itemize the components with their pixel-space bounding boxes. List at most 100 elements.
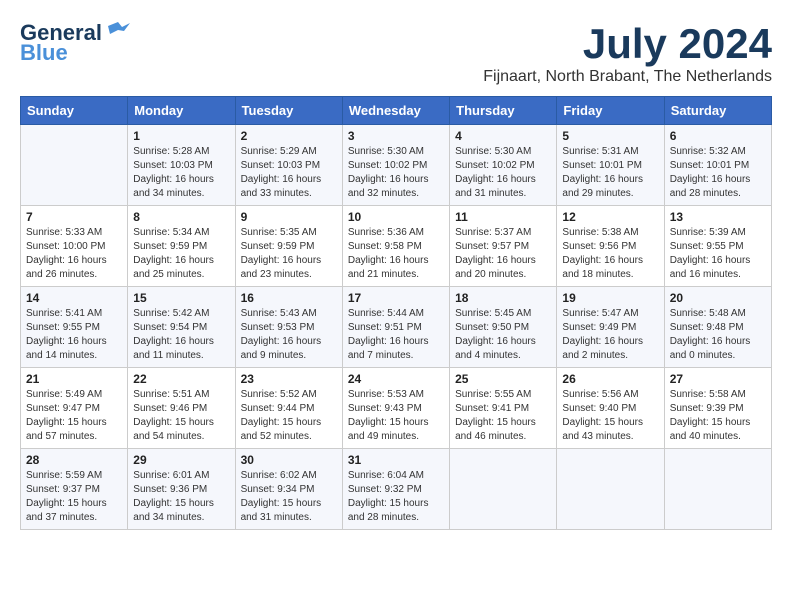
day-number: 31 xyxy=(348,453,444,467)
calendar-cell: 2Sunrise: 5:29 AM Sunset: 10:03 PM Dayli… xyxy=(235,125,342,206)
day-number: 29 xyxy=(133,453,229,467)
day-info: Sunrise: 5:51 AM Sunset: 9:46 PM Dayligh… xyxy=(133,388,229,444)
calendar-cell: 14 Sunrise: 5:41 AM Sunset: 9:55 PM Dayli… xyxy=(21,287,128,368)
day-number: 3 xyxy=(348,129,444,143)
day-info: Sunrise: 5:35 AM Sunset: 9:59 PM Dayligh… xyxy=(241,226,337,282)
day-info: Sunrise: 5:53 AM Sunset: 9:43 PM Dayligh… xyxy=(348,388,444,444)
calendar-cell: 31 Sunrise: 6:04 AM Sunset: 9:32 PM Dayli… xyxy=(342,449,449,530)
day-number: 8 xyxy=(133,210,229,224)
calendar-cell xyxy=(664,449,771,530)
header-friday: Friday xyxy=(557,97,664,125)
day-info: Sunrise: 5:37 AM Sunset: 9:57 PM Dayligh… xyxy=(455,226,551,282)
calendar-cell: 10 Sunrise: 5:36 AM Sunset: 9:58 PM Dayli… xyxy=(342,206,449,287)
day-number: 16 xyxy=(241,291,337,305)
header-monday: Monday xyxy=(128,97,235,125)
page-header: General Blue July 2024 Fijnaart, North B… xyxy=(20,20,772,86)
day-number: 6 xyxy=(670,129,766,143)
day-info: Sunrise: 6:01 AM Sunset: 9:36 PM Dayligh… xyxy=(133,469,229,525)
day-number: 21 xyxy=(26,372,122,386)
day-info: Sunrise: 5:42 AM Sunset: 9:54 PM Dayligh… xyxy=(133,307,229,363)
day-number: 9 xyxy=(241,210,337,224)
calendar-cell: 3 Sunrise: 5:30 AM Sunset: 10:02 PM Dayli… xyxy=(342,125,449,206)
day-info: Sunrise: 5:41 AM Sunset: 9:55 PM Dayligh… xyxy=(26,307,122,363)
header-sunday: Sunday xyxy=(21,97,128,125)
calendar-header-row: SundayMondayTuesdayWednesdayThursdayFrid… xyxy=(21,97,772,125)
calendar-cell xyxy=(21,125,128,206)
calendar-cell: 30 Sunrise: 6:02 AM Sunset: 9:34 PM Dayli… xyxy=(235,449,342,530)
day-number: 19 xyxy=(562,291,658,305)
location: Fijnaart, North Brabant, The Netherlands xyxy=(483,68,772,86)
day-number: 12 xyxy=(562,210,658,224)
calendar-cell: 23 Sunrise: 5:52 AM Sunset: 9:44 PM Dayli… xyxy=(235,368,342,449)
day-info: Sunrise: 5:38 AM Sunset: 9:56 PM Dayligh… xyxy=(562,226,658,282)
calendar-body: 1Sunrise: 5:28 AM Sunset: 10:03 PM Dayli… xyxy=(21,125,772,530)
calendar-cell: 22 Sunrise: 5:51 AM Sunset: 9:46 PM Dayli… xyxy=(128,368,235,449)
day-info: Sunrise: 5:30 AM Sunset: 10:02 PM Daylig… xyxy=(348,145,444,201)
day-info: Sunrise: 5:44 AM Sunset: 9:51 PM Dayligh… xyxy=(348,307,444,363)
week-row-1: 1Sunrise: 5:28 AM Sunset: 10:03 PM Dayli… xyxy=(21,125,772,206)
day-info: Sunrise: 5:48 AM Sunset: 9:48 PM Dayligh… xyxy=(670,307,766,363)
calendar-cell: 25 Sunrise: 5:55 AM Sunset: 9:41 PM Dayli… xyxy=(450,368,557,449)
calendar-cell: 1Sunrise: 5:28 AM Sunset: 10:03 PM Dayli… xyxy=(128,125,235,206)
day-info: Sunrise: 5:31 AM Sunset: 10:01 PM Daylig… xyxy=(562,145,658,201)
calendar-cell: 15Sunrise: 5:42 AM Sunset: 9:54 PM Dayli… xyxy=(128,287,235,368)
day-info: Sunrise: 5:58 AM Sunset: 9:39 PM Dayligh… xyxy=(670,388,766,444)
day-number: 22 xyxy=(133,372,229,386)
calendar-cell: 28 Sunrise: 5:59 AM Sunset: 9:37 PM Dayli… xyxy=(21,449,128,530)
calendar-cell: 9 Sunrise: 5:35 AM Sunset: 9:59 PM Daylig… xyxy=(235,206,342,287)
day-info: Sunrise: 6:04 AM Sunset: 9:32 PM Dayligh… xyxy=(348,469,444,525)
day-info: Sunrise: 5:34 AM Sunset: 9:59 PM Dayligh… xyxy=(133,226,229,282)
calendar-cell: 27Sunrise: 5:58 AM Sunset: 9:39 PM Dayli… xyxy=(664,368,771,449)
day-number: 18 xyxy=(455,291,551,305)
header-saturday: Saturday xyxy=(664,97,771,125)
calendar-cell xyxy=(557,449,664,530)
calendar-cell: 20 Sunrise: 5:48 AM Sunset: 9:48 PM Dayli… xyxy=(664,287,771,368)
day-number: 13 xyxy=(670,210,766,224)
calendar-cell: 6 Sunrise: 5:32 AM Sunset: 10:01 PM Dayli… xyxy=(664,125,771,206)
day-number: 7 xyxy=(26,210,122,224)
day-info: Sunrise: 5:43 AM Sunset: 9:53 PM Dayligh… xyxy=(241,307,337,363)
day-number: 10 xyxy=(348,210,444,224)
day-number: 17 xyxy=(348,291,444,305)
calendar-cell: 18 Sunrise: 5:45 AM Sunset: 9:50 PM Dayli… xyxy=(450,287,557,368)
day-info: Sunrise: 6:02 AM Sunset: 9:34 PM Dayligh… xyxy=(241,469,337,525)
calendar-cell: 29 Sunrise: 6:01 AM Sunset: 9:36 PM Dayli… xyxy=(128,449,235,530)
day-number: 20 xyxy=(670,291,766,305)
day-info: Sunrise: 5:36 AM Sunset: 9:58 PM Dayligh… xyxy=(348,226,444,282)
day-info: Sunrise: 5:30 AM Sunset: 10:02 PM Daylig… xyxy=(455,145,551,201)
month-year: July 2024 xyxy=(483,20,772,68)
calendar-table: SundayMondayTuesdayWednesdayThursdayFrid… xyxy=(20,96,772,530)
week-row-2: 7Sunrise: 5:33 AM Sunset: 10:00 PM Dayli… xyxy=(21,206,772,287)
day-info: Sunrise: 5:56 AM Sunset: 9:40 PM Dayligh… xyxy=(562,388,658,444)
week-row-4: 21 Sunrise: 5:49 AM Sunset: 9:47 PM Dayli… xyxy=(21,368,772,449)
day-info: Sunrise: 5:49 AM Sunset: 9:47 PM Dayligh… xyxy=(26,388,122,444)
calendar-cell: 7Sunrise: 5:33 AM Sunset: 10:00 PM Dayli… xyxy=(21,206,128,287)
day-number: 25 xyxy=(455,372,551,386)
calendar-cell: 4 Sunrise: 5:30 AM Sunset: 10:02 PM Dayli… xyxy=(450,125,557,206)
day-info: Sunrise: 5:32 AM Sunset: 10:01 PM Daylig… xyxy=(670,145,766,201)
day-info: Sunrise: 5:45 AM Sunset: 9:50 PM Dayligh… xyxy=(455,307,551,363)
header-tuesday: Tuesday xyxy=(235,97,342,125)
day-info: Sunrise: 5:52 AM Sunset: 9:44 PM Dayligh… xyxy=(241,388,337,444)
logo: General Blue xyxy=(20,20,132,66)
calendar-cell: 26 Sunrise: 5:56 AM Sunset: 9:40 PM Dayli… xyxy=(557,368,664,449)
day-info: Sunrise: 5:59 AM Sunset: 9:37 PM Dayligh… xyxy=(26,469,122,525)
day-info: Sunrise: 5:55 AM Sunset: 9:41 PM Dayligh… xyxy=(455,388,551,444)
day-number: 4 xyxy=(455,129,551,143)
day-number: 30 xyxy=(241,453,337,467)
week-row-5: 28 Sunrise: 5:59 AM Sunset: 9:37 PM Dayli… xyxy=(21,449,772,530)
day-info: Sunrise: 5:28 AM Sunset: 10:03 PM Daylig… xyxy=(133,145,229,201)
calendar-cell: 12 Sunrise: 5:38 AM Sunset: 9:56 PM Dayli… xyxy=(557,206,664,287)
day-number: 26 xyxy=(562,372,658,386)
day-number: 23 xyxy=(241,372,337,386)
calendar-cell: 21 Sunrise: 5:49 AM Sunset: 9:47 PM Dayli… xyxy=(21,368,128,449)
day-number: 14 xyxy=(26,291,122,305)
calendar-cell: 24 Sunrise: 5:53 AM Sunset: 9:43 PM Dayli… xyxy=(342,368,449,449)
calendar-cell: 13Sunrise: 5:39 AM Sunset: 9:55 PM Dayli… xyxy=(664,206,771,287)
day-number: 28 xyxy=(26,453,122,467)
day-number: 24 xyxy=(348,372,444,386)
day-number: 5 xyxy=(562,129,658,143)
calendar-cell: 17 Sunrise: 5:44 AM Sunset: 9:51 PM Dayli… xyxy=(342,287,449,368)
calendar-cell: 5 Sunrise: 5:31 AM Sunset: 10:01 PM Dayli… xyxy=(557,125,664,206)
header-wednesday: Wednesday xyxy=(342,97,449,125)
